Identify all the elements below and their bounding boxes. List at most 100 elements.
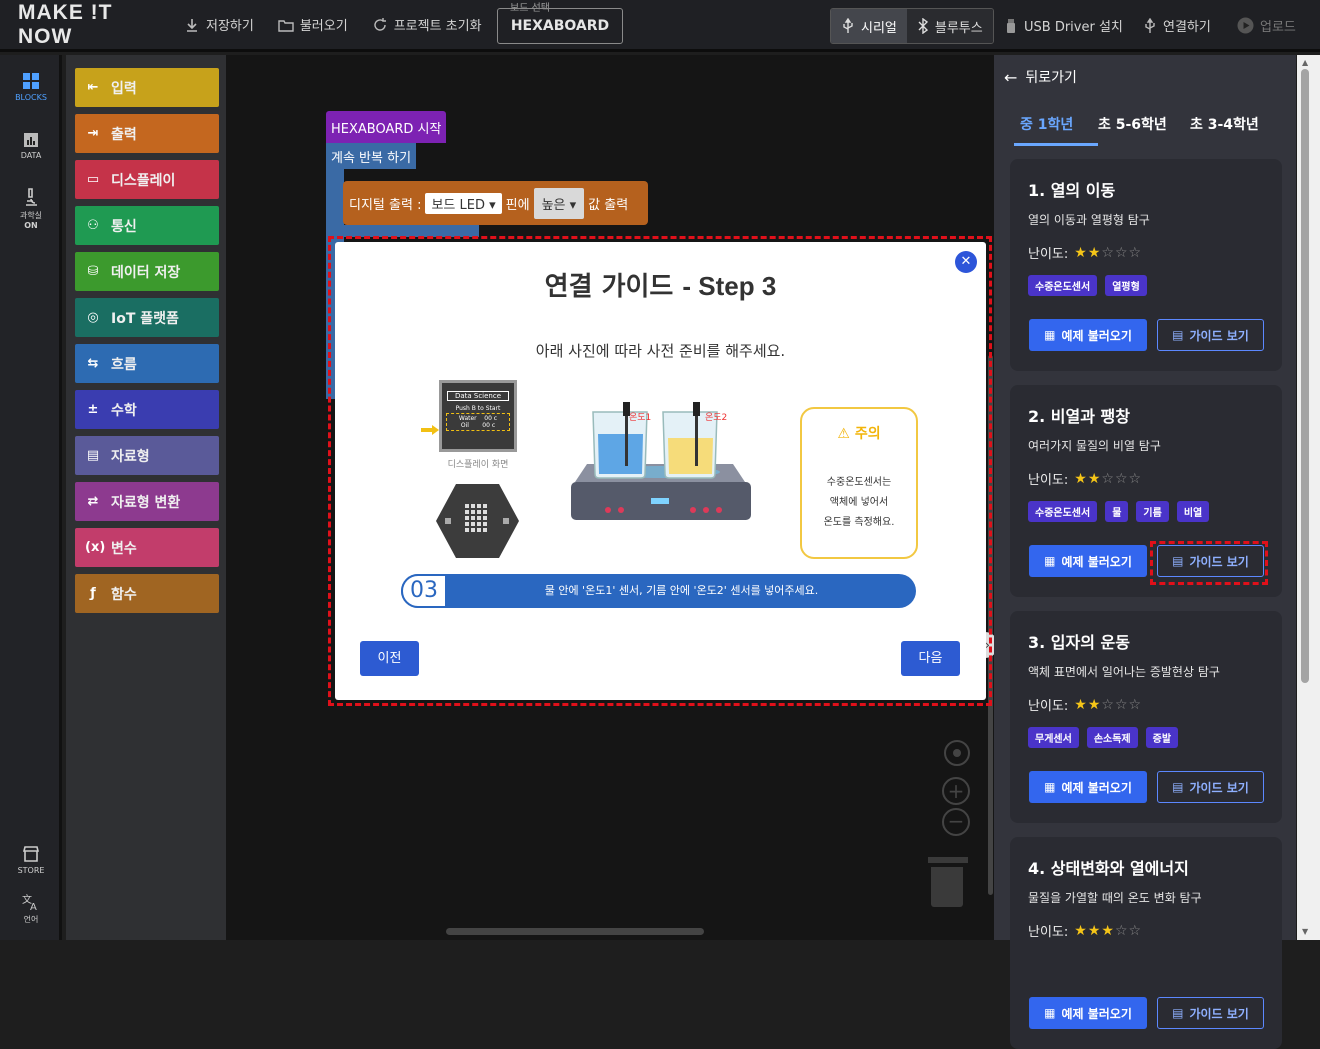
star-filled-icon: ★	[1087, 244, 1102, 261]
usb-icon	[1145, 17, 1155, 33]
recenter-icon[interactable]	[944, 740, 970, 766]
back-button[interactable]: ← 뒤로가기	[1004, 67, 1077, 87]
reset-project-button[interactable]: 프로젝트 초기화	[372, 15, 482, 34]
sidebar-data[interactable]: DATA	[0, 132, 62, 160]
function-icon: ƒ	[90, 586, 96, 601]
view-guide-label: 가이드 보기	[1189, 1006, 1249, 1021]
bluetooth-mode-button[interactable]: 블루투스	[906, 9, 993, 43]
upload-button[interactable]: 업로드	[1237, 16, 1296, 35]
step-instruction-bar: 03 물 안에 '온도1' 센서, 기름 안에 '온도2' 센서를 넣어주세요.	[401, 574, 916, 608]
connect-button[interactable]: 연결하기	[1143, 16, 1211, 35]
caution-title: 주의	[854, 426, 881, 442]
sidebar-store[interactable]: STORE	[0, 845, 62, 875]
view-guide-button[interactable]: ▤ 가이드 보기	[1157, 997, 1264, 1029]
load-example-button[interactable]: ▦ 예제 불러오기	[1029, 771, 1147, 803]
view-guide-button[interactable]: ▤ 가이드 보기	[1157, 319, 1264, 351]
star-empty-icon: ☆	[1114, 244, 1129, 261]
star-filled-icon: ★	[1074, 696, 1088, 713]
star-empty-icon: ☆	[1101, 244, 1115, 261]
palette-category[interactable]: ▭ 디스플레이	[75, 160, 219, 199]
card-title: 4. 상태변화와 열에너지	[1028, 859, 1189, 878]
star-empty-icon: ☆	[1128, 922, 1143, 939]
palette-category[interactable]: ⚇ 통신	[75, 206, 219, 245]
palette-category[interactable]: ⇤ 입력	[75, 68, 219, 107]
trash-icon[interactable]	[928, 857, 968, 907]
palette-category[interactable]: ƒ 함수	[75, 574, 219, 613]
close-icon[interactable]: ✕	[955, 251, 977, 273]
palette-category[interactable]: ◎ IoT 플랫폼	[75, 298, 219, 337]
active-tab-indicator	[1014, 143, 1098, 146]
download-icon	[187, 18, 197, 32]
high-dropdown[interactable]: 높은 ▾	[533, 187, 585, 219]
blocks-icon: ▦	[1044, 554, 1056, 568]
load-example-button[interactable]: ▦ 예제 불러오기	[1029, 545, 1147, 577]
store-icon	[22, 846, 40, 862]
zoom-out-icon[interactable]: −	[942, 808, 970, 836]
tab-elementary-3-4[interactable]: 초 3-4학년	[1190, 114, 1259, 134]
view-guide-button[interactable]: ▤ 가이드 보기	[1157, 771, 1264, 803]
palette-category[interactable]: (x) 변수	[75, 528, 219, 567]
caution-line1: 수중온도센서는	[826, 477, 892, 488]
palette-category-label: 변수	[111, 540, 137, 557]
save-button[interactable]: 저장하기	[184, 15, 254, 34]
tag-list: 수중온도센서 열평형	[1028, 275, 1147, 296]
board-led-value: 보드 LED	[431, 197, 485, 213]
difficulty-stars: ★★☆☆☆	[1074, 697, 1142, 713]
star-empty-icon: ☆	[1128, 470, 1143, 487]
star-filled-icon: ★	[1087, 922, 1102, 939]
difficulty-stars: ★★★☆☆	[1074, 923, 1142, 939]
book-icon: ▤	[1172, 328, 1184, 342]
modal-title-main: 연결 가이드	[544, 272, 674, 302]
usb-driver-button[interactable]: USB Driver 설치	[1004, 16, 1123, 35]
zoom-in-icon[interactable]: +	[942, 777, 970, 805]
reset-label: 프로젝트 초기화	[393, 19, 482, 34]
palette-category-label: 통신	[111, 218, 137, 235]
load-example-button[interactable]: ▦ 예제 불러오기	[1029, 319, 1147, 351]
palette-category-label: 흐름	[111, 356, 137, 373]
star-filled-icon: ★	[1074, 470, 1088, 487]
page-scrollbar[interactable]: ▲ ▼	[1297, 55, 1320, 940]
step-text: 물 안에 '온도1' 센서, 기름 안에 '온도2' 센서를 넣어주세요.	[544, 584, 819, 597]
folder-icon	[278, 19, 294, 32]
loop-block[interactable]: 계속 반복 하기	[326, 143, 416, 169]
palette-category[interactable]: ⛁ 데이터 저장	[75, 252, 219, 291]
serial-mode-button[interactable]: 시리얼	[831, 9, 907, 43]
tab-middle-1[interactable]: 중 1학년	[1020, 114, 1073, 134]
modal-title: 연결 가이드 - Step 3	[335, 266, 986, 303]
horizontal-scrollbar[interactable]	[446, 928, 704, 935]
modal-title-step: - Step 3	[682, 271, 777, 301]
board-select[interactable]: HEXABOARD	[497, 8, 623, 44]
palette-category[interactable]: ⇥ 출력	[75, 114, 219, 153]
star-empty-icon: ☆	[1128, 244, 1143, 261]
sidebar-lab[interactable]: 과학실 ON	[0, 187, 62, 230]
hexaboard-start-block[interactable]: HEXABOARD 시작	[326, 111, 446, 143]
palette-category[interactable]: ⇄ 자료형 변환	[75, 482, 219, 521]
sidebar-lab-label: 과학실	[19, 211, 43, 220]
board-led-dropdown[interactable]: 보드 LED ▾	[425, 192, 502, 214]
prev-button[interactable]: 이전	[360, 641, 419, 676]
load-example-button[interactable]: ▦ 예제 불러오기	[1029, 997, 1147, 1029]
load-button[interactable]: 불러오기	[278, 15, 348, 34]
modal-subtitle: 아래 사진에 따라 사전 준비를 해주세요.	[535, 342, 786, 360]
palette-category[interactable]: ▤ 자료형	[75, 436, 219, 475]
scroll-up-icon[interactable]: ▲	[1302, 58, 1308, 67]
arrow-icon	[421, 425, 441, 435]
palette-category[interactable]: ⇆ 흐름	[75, 344, 219, 383]
sidebar-language[interactable]: 文A 언어	[0, 893, 62, 925]
palette-category[interactable]: ± 수학	[75, 390, 219, 429]
tab-elementary-5-6[interactable]: 초 5-6학년	[1098, 114, 1167, 134]
scroll-down-icon[interactable]: ▼	[1302, 927, 1308, 936]
scrollbar-thumb[interactable]	[1301, 69, 1309, 683]
view-guide-label: 가이드 보기	[1189, 780, 1249, 795]
app-logo: MAKE !T NOW	[18, 0, 113, 48]
sidebar-blocks[interactable]: BLOCKS	[0, 72, 62, 102]
next-button[interactable]: 다음	[901, 641, 960, 676]
value-out-label: 값 출력	[588, 197, 629, 213]
view-guide-label: 가이드 보기	[1189, 328, 1249, 343]
beakers-hotplate-image	[571, 402, 751, 520]
digital-output-block[interactable]: 디지털 출력 : 보드 LED ▾ 핀에 높은 ▾ 값 출력	[343, 181, 648, 225]
difficulty-label: 난이도:	[1028, 699, 1069, 714]
difficulty-stars: ★★☆☆☆	[1074, 245, 1142, 261]
chart-icon	[24, 133, 38, 147]
variable-icon: (x)	[85, 540, 106, 555]
